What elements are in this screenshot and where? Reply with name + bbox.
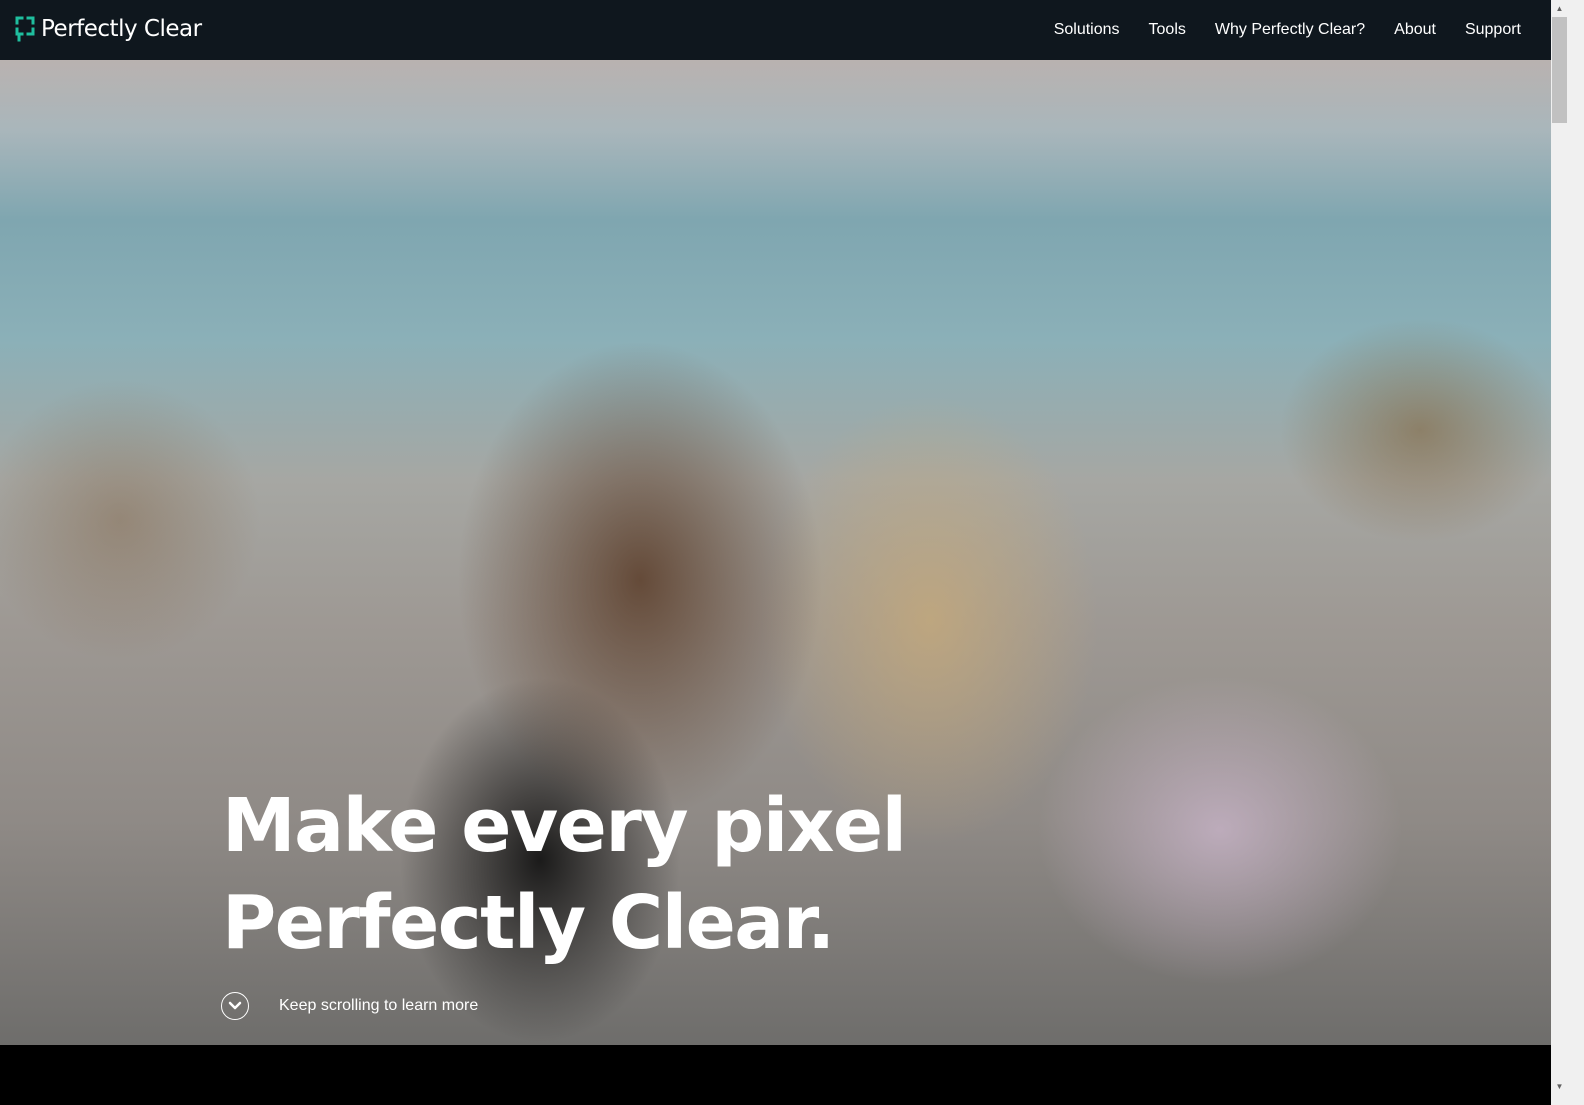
top-navigation: Perfectly Clear Solutions Tools Why Perf… <box>0 0 1551 60</box>
chevron-down-icon <box>228 1001 242 1010</box>
nav-item-about[interactable]: About <box>1394 21 1436 39</box>
headline-line-1: Make every pixel <box>222 783 907 869</box>
scroll-down-arrow-icon[interactable]: ▼ <box>1551 1078 1568 1095</box>
chevron-down-circle-icon[interactable] <box>221 992 249 1020</box>
scroll-cue-text: Keep scrolling to learn more <box>279 997 479 1014</box>
hero-headline: Make every pixel Perfectly Clear. <box>222 778 907 972</box>
nav-item-solutions[interactable]: Solutions <box>1054 21 1120 39</box>
nav-item-why-perfectly-clear[interactable]: Why Perfectly Clear? <box>1215 21 1365 39</box>
next-section-band <box>0 1045 1551 1105</box>
hero-section: Make every pixel Perfectly Clear. Keep s… <box>0 60 1551 1045</box>
main-menu: Solutions Tools Why Perfectly Clear? Abo… <box>1025 0 1521 60</box>
vertical-scrollbar[interactable]: ▲ ▼ <box>1551 0 1584 1105</box>
scrollbar-thumb[interactable] <box>1552 17 1567 123</box>
page: Perfectly Clear Solutions Tools Why Perf… <box>0 0 1551 1105</box>
scroll-up-arrow-icon[interactable]: ▲ <box>1551 0 1568 17</box>
scroll-cue[interactable]: Keep scrolling to learn more <box>221 992 478 1020</box>
brand-name: Perfectly Clear <box>41 16 202 42</box>
nav-item-tools[interactable]: Tools <box>1149 21 1186 39</box>
brand-logo[interactable]: Perfectly Clear <box>15 16 202 42</box>
nav-item-support[interactable]: Support <box>1465 21 1521 39</box>
logo-icon <box>15 16 35 42</box>
headline-line-2: Perfectly Clear. <box>222 880 835 966</box>
